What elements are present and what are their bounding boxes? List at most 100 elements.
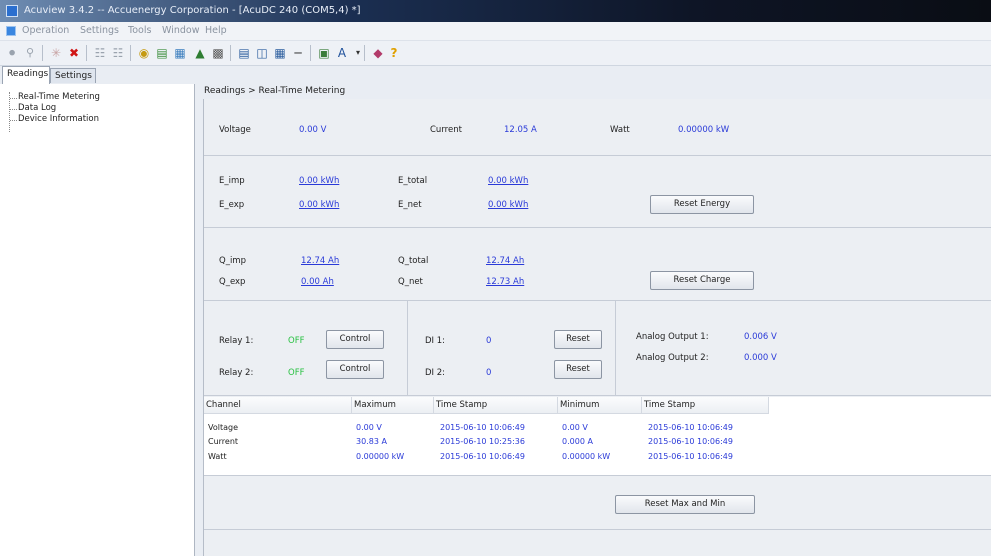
current-label: Current [430,125,462,135]
app-icon [6,5,18,17]
ao1-value: 0.006 V [744,332,777,342]
reset-charge-button[interactable]: Reset Charge [650,271,754,290]
help-icon[interactable]: ? [386,45,402,61]
q-total-value[interactable]: 12.74 Ah [486,256,524,266]
e-imp-value[interactable]: 0.00 kWh [299,176,339,186]
navigation-tree: Real-Time Metering Data Log Device Infor… [6,92,100,132]
tree-item-real-time-metering[interactable]: Real-Time Metering [6,92,100,103]
menu-settings[interactable]: Settings [80,22,119,40]
reset-max-min-button[interactable]: Reset Max and Min [615,495,755,514]
e-exp-label: E_exp [219,200,245,210]
menu-window[interactable]: Window [162,22,199,40]
relay1-state: OFF [288,336,305,346]
tree-item-device-information[interactable]: Device Information [6,114,100,125]
q-imp-label: Q_imp [219,256,246,266]
tab-settings[interactable]: Settings [50,68,96,83]
ao2-label: Analog Output 2: [636,353,709,363]
menu-tools[interactable]: Tools [128,22,151,40]
bulb-on-icon[interactable]: ⚲ [22,45,38,61]
bulb-off-icon[interactable]: ⚫ [4,45,20,61]
menu-help[interactable]: Help [205,22,227,40]
row-maximum: 0.00000 kW [356,452,405,461]
navigation-panel: Real-Time Metering Data Log Device Infor… [0,84,195,556]
network-disconnect-icon[interactable]: ☷ [110,45,126,61]
di1-label: DI 1: [425,336,446,346]
voltage-value: 0.00 V [299,125,327,135]
q-exp-value[interactable]: 0.00 Ah [301,277,334,287]
q-total-label: Q_total [398,256,429,266]
di2-reset-button[interactable]: Reset [554,360,602,379]
watt-label: Watt [610,125,630,135]
di1-reset-button[interactable]: Reset [554,330,602,349]
row-minimum: 0.000 A [562,437,593,446]
font-icon[interactable]: A [334,45,350,61]
realtime-section: Voltage 0.00 V Current 12.05 A Watt 0.00… [204,99,991,156]
di2-label: DI 2: [425,368,446,378]
e-net-value[interactable]: 0.00 kWh [488,200,528,210]
energy-section: E_imp 0.00 kWh E_total 0.00 kWh E_exp 0.… [204,155,991,228]
toolbar: ⚫ ⚲ ✳ ✖ ☷ ☷ ◉ ▤ ▦ ▲ ▩ ▤ ◫ ▦ ─ ▣ A ▾ ◆ ? [0,41,991,66]
breadcrumb-text: Readings > Real-Time Metering [204,86,346,96]
row-max-time: 2015-06-10 10:06:49 [440,423,525,432]
reset-energy-button[interactable]: Reset Energy [650,195,754,214]
row-min-time: 2015-06-10 10:06:49 [648,452,733,461]
book-icon[interactable]: ◆ [370,45,386,61]
io-section: Relay 1: OFF Control Relay 2: OFF Contro… [204,300,991,396]
watt-value: 0.00000 kW [678,125,730,135]
header-channel[interactable]: Channel [204,397,352,413]
e-exp-value[interactable]: 0.00 kWh [299,200,339,210]
meter-icon[interactable]: ▤ [154,45,170,61]
header-min-time-stamp[interactable]: Time Stamp [642,397,769,413]
calculator-icon[interactable]: ▩ [210,45,226,61]
grid-icon[interactable]: ▦ [272,45,288,61]
network-icon[interactable]: ☷ [92,45,108,61]
title-bar: Acuview 3.4.2 -- Accuenergy Corporation … [0,0,991,22]
chart-icon[interactable]: ▦ [172,45,188,61]
header-max-time-stamp[interactable]: Time Stamp [434,397,558,413]
e-total-label: E_total [398,176,428,186]
table-header: Channel Maximum Time Stamp Minimum Time … [204,397,769,414]
q-imp-value[interactable]: 12.74 Ah [301,256,339,266]
window-title: Acuview 3.4.2 -- Accuenergy Corporation … [24,5,361,16]
scan-icon[interactable]: ▲ [192,45,208,61]
tab-readings[interactable]: Readings [2,66,50,84]
relay1-control-button[interactable]: Control [326,330,384,349]
voltage-label: Voltage [219,125,251,135]
row-minimum: 0.00000 kW [562,452,611,461]
export-icon[interactable]: ▣ [316,45,332,61]
table-icon[interactable]: ▤ [236,45,252,61]
relay1-label: Relay 1: [219,336,254,346]
panel-icon[interactable]: ◫ [254,45,270,61]
di1-value: 0 [486,336,492,346]
readings-panel: Voltage 0.00 V Current 12.05 A Watt 0.00… [203,99,991,556]
minimize-icon[interactable]: ─ [290,45,306,61]
row-min-time: 2015-06-10 10:06:49 [648,423,733,432]
tree-item-data-log[interactable]: Data Log [6,103,100,114]
q-net-value[interactable]: 12.73 Ah [486,277,524,287]
row-maximum: 0.00 V [356,423,382,432]
menu-bar: Operation Settings Tools Window Help [0,22,991,41]
sparkle-icon[interactable]: ✳ [48,45,64,61]
relay2-control-button[interactable]: Control [326,360,384,379]
row-min-time: 2015-06-10 10:06:49 [648,437,733,446]
device-icon[interactable]: ◉ [136,45,152,61]
document-icon [6,26,16,36]
row-channel: Watt [208,452,227,461]
reset-max-min-section: Reset Max and Min [204,475,991,530]
row-minimum: 0.00 V [562,423,588,432]
header-minimum[interactable]: Minimum [558,397,642,413]
e-total-value[interactable]: 0.00 kWh [488,176,528,186]
q-exp-label: Q_exp [219,277,246,287]
charge-section: Q_imp 12.74 Ah Q_total 12.74 Ah Q_exp 0.… [204,227,991,301]
row-maximum: 30.83 A [356,437,387,446]
ao2-value: 0.000 V [744,353,777,363]
header-maximum[interactable]: Maximum [352,397,434,413]
menu-operation[interactable]: Operation [22,22,69,40]
q-net-label: Q_net [398,277,423,287]
relay2-state: OFF [288,368,305,378]
disconnect-icon[interactable]: ✖ [66,45,82,61]
relay2-label: Relay 2: [219,368,254,378]
e-net-label: E_net [398,200,422,210]
row-channel: Current [208,437,239,446]
max-min-table: Channel Maximum Time Stamp Minimum Time … [204,397,991,475]
